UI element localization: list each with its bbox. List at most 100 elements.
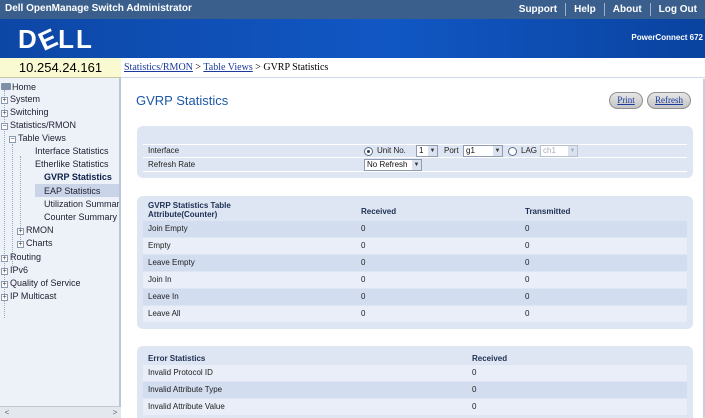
expand-icon[interactable]: + — [1, 255, 8, 262]
received-cell: 0 — [361, 224, 366, 233]
tree-guide — [12, 144, 13, 268]
breadcrumb-separator: > — [192, 62, 204, 73]
breadcrumb-statistics-link[interactable]: Statistics/RMON — [124, 62, 193, 73]
table-row: Empty 0 0 — [143, 238, 687, 254]
divider — [143, 157, 687, 158]
sidebar-item-table-views[interactable]: − Table Views — [9, 132, 66, 144]
sidebar-item-eap-statistics[interactable]: EAP Statistics — [44, 185, 100, 197]
sidebar-item-label: Quality of Service — [10, 278, 81, 288]
sidebar-item-counter-summary[interactable]: Counter Summary — [44, 211, 117, 223]
sidebar-item-gvrp-statistics[interactable]: GVRP Statistics — [44, 171, 112, 183]
transmitted-cell: 0 — [525, 241, 530, 250]
sidebar-item-interface-statistics[interactable]: Interface Statistics — [35, 145, 109, 157]
support-link[interactable]: Support — [511, 4, 565, 15]
refresh-rate-label: Refresh Rate — [148, 160, 196, 169]
unit-select-value: 1 — [419, 146, 424, 155]
attribute-cell: Join In — [148, 275, 172, 284]
expand-icon[interactable]: + — [17, 228, 24, 235]
sidebar-item-label: RMON — [26, 225, 54, 235]
lag-select[interactable]: ch1 ▼ — [540, 145, 578, 157]
received-cell: 0 — [361, 309, 366, 318]
sidebar-item-label: Home — [12, 82, 37, 92]
expand-icon[interactable]: + — [17, 241, 24, 248]
sidebar-item-home[interactable]: Home — [1, 81, 36, 93]
sidebar-horizontal-scrollbar[interactable]: < > — [0, 406, 121, 418]
breadcrumb-table-views-link[interactable]: Table Views — [203, 62, 252, 73]
help-link[interactable]: Help — [566, 4, 604, 15]
port-label: Port — [444, 146, 459, 155]
sidebar-item-qos[interactable]: + Quality of Service — [1, 277, 81, 289]
attribute-cell: Leave Empty — [148, 258, 195, 267]
main-content: GVRP Statistics Print Refresh Interface … — [123, 79, 705, 418]
sidebar-item-ip-multicast[interactable]: + IP Multicast — [1, 290, 56, 302]
sidebar-item-system[interactable]: + System — [1, 93, 40, 105]
about-link[interactable]: About — [605, 4, 650, 15]
sidebar-item-etherlike-statistics[interactable]: Etherlike Statistics — [35, 158, 109, 170]
collapse-icon[interactable]: − — [1, 123, 8, 130]
app-window: Dell OpenManage Switch Administrator Sup… — [0, 0, 705, 418]
sidebar-item-ipv6[interactable]: + IPv6 — [1, 264, 28, 276]
table-row: Invalid Protocol ID 0 — [143, 365, 687, 381]
log-out-link[interactable]: Log Out — [651, 4, 705, 15]
page-title: GVRP Statistics — [136, 93, 229, 108]
scroll-right-arrow[interactable]: > — [110, 407, 120, 418]
error-received-column-header: Received — [472, 354, 508, 363]
table-row: Leave Empty 0 0 — [143, 255, 687, 271]
table-row: Join In 0 0 — [143, 272, 687, 288]
sidebar-item-routing[interactable]: + Routing — [1, 251, 41, 263]
received-cell: 0 — [361, 275, 366, 284]
sidebar-item-statistics[interactable]: − Statistics/RMON — [1, 119, 76, 131]
sidebar-item-utilization-summary[interactable]: Utilization Summary — [44, 198, 119, 210]
refresh-rate-value: No Refresh — [367, 160, 408, 169]
sidebar-item-label: Charts — [26, 238, 53, 248]
expand-icon[interactable]: + — [1, 268, 8, 275]
expand-icon[interactable]: + — [1, 281, 8, 288]
sidebar-item-label: System — [10, 94, 41, 104]
expand-icon[interactable]: + — [1, 97, 8, 104]
unit-select[interactable]: 1 ▼ — [416, 145, 438, 157]
refresh-button[interactable]: Refresh — [647, 92, 691, 109]
lag-label: LAG — [521, 146, 538, 155]
expand-icon[interactable]: + — [1, 110, 8, 117]
interface-label: Interface — [148, 146, 180, 155]
print-button[interactable]: Print — [609, 92, 643, 109]
scroll-left-arrow[interactable]: < — [2, 407, 12, 418]
sidebar-item-label: Switching — [10, 107, 49, 117]
error-received-cell: 0 — [472, 385, 477, 394]
divider — [143, 171, 687, 172]
error-received-cell: 0 — [472, 402, 477, 411]
settings-panel: Interface Unit No. 1 ▼ Port g1 ▼ LAG ch1 ▼ … — [137, 126, 693, 178]
lag-select-value: ch1 — [543, 146, 556, 155]
refresh-rate-select[interactable]: No Refresh ▼ — [364, 159, 422, 171]
table-row: Leave All 0 0 — [143, 306, 687, 322]
home-icon — [1, 83, 11, 90]
port-select[interactable]: g1 ▼ — [463, 145, 503, 157]
error-table-header: Error Statistics — [148, 354, 206, 363]
gvrp-statistics-panel: GVRP Statistics Table Attribute(Counter)… — [137, 196, 693, 329]
sidebar-item-label: IP Multicast — [10, 291, 57, 301]
attribute-cell: Leave In — [148, 292, 179, 301]
breadcrumb: Statistics/RMON > Table Views > GVRP Sta… — [121, 58, 705, 78]
error-label-cell: Invalid Protocol ID — [148, 368, 213, 377]
sidebar-item-switching[interactable]: + Switching — [1, 106, 49, 118]
brand-bar: DELL PowerConnect 672 — [0, 19, 705, 58]
attribute-cell: Leave All — [148, 309, 181, 318]
transmitted-cell: 0 — [525, 224, 530, 233]
product-name: PowerConnect 672 — [631, 33, 703, 42]
lag-radio[interactable] — [508, 147, 517, 156]
transmitted-cell: 0 — [525, 275, 530, 284]
collapse-icon[interactable]: − — [9, 136, 16, 143]
transmitted-column-header: Transmitted — [525, 207, 571, 216]
expand-icon[interactable]: + — [1, 294, 8, 301]
received-column-header: Received — [361, 207, 397, 216]
unit-radio[interactable] — [364, 147, 373, 156]
top-links: Support Help About Log Out — [511, 0, 705, 19]
sidebar-item-rmon[interactable]: + RMON — [17, 224, 54, 236]
error-label-cell: Invalid Attribute Type — [148, 385, 223, 394]
table-row: Invalid Attribute Type 0 — [143, 382, 687, 398]
sidebar-item-charts[interactable]: + Charts — [17, 237, 53, 249]
attribute-column-header: Attribute(Counter) — [148, 210, 218, 219]
port-select-value: g1 — [466, 146, 475, 155]
transmitted-cell: 0 — [525, 309, 530, 318]
gvrp-table-header: GVRP Statistics Table — [148, 201, 231, 210]
